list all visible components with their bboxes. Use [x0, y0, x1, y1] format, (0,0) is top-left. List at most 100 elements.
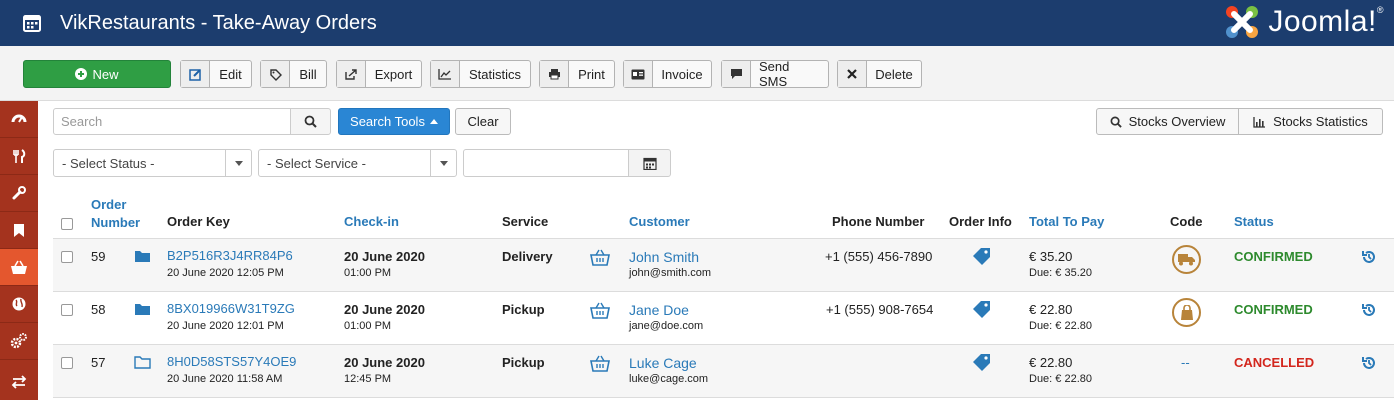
search-button[interactable]: [290, 108, 331, 135]
stocks-button-group: Stocks Overview Stocks Statistics: [1096, 108, 1383, 135]
invoice-button[interactable]: Invoice: [623, 60, 712, 88]
basket-icon[interactable]: [590, 249, 610, 266]
order-key-link[interactable]: 8H0D58STS57Y4OE9: [167, 354, 296, 369]
statistics-button[interactable]: Statistics: [430, 60, 531, 88]
history-icon[interactable]: [1361, 355, 1377, 371]
sidebar-item-takeaway[interactable]: [0, 249, 38, 286]
date-input[interactable]: [463, 149, 629, 177]
folder-open-icon[interactable]: [134, 355, 151, 369]
table-divider: [53, 397, 1394, 398]
basket-icon[interactable]: [590, 302, 610, 319]
checkin-time: 12:45 PM: [344, 373, 392, 385]
total-to-pay: € 22.80: [1029, 355, 1073, 370]
search-icon: [1110, 116, 1122, 128]
history-icon[interactable]: [1361, 302, 1377, 318]
col-customer[interactable]: Customer: [629, 214, 690, 229]
row-checkbox[interactable]: [61, 357, 73, 369]
history-icon[interactable]: [1361, 249, 1377, 265]
order-key-link[interactable]: B2P516R3J4RR84P6: [167, 248, 293, 263]
customer-email: john@smith.com: [629, 267, 712, 279]
bar-chart-icon: [1253, 116, 1266, 128]
amount-due: Due: € 35.20: [1029, 267, 1092, 279]
chart-icon: [431, 61, 460, 87]
col-status[interactable]: Status: [1234, 214, 1274, 229]
plus-circle-icon: [75, 68, 88, 80]
sidebar-item-global[interactable]: [0, 286, 38, 323]
calendar-icon: [642, 157, 657, 170]
status-select[interactable]: - Select Status -: [53, 149, 252, 177]
select-all-checkbox[interactable]: [61, 218, 73, 230]
status-badge: CONFIRMED: [1234, 249, 1313, 264]
page-title: VikRestaurants - Take-Away Orders: [60, 11, 377, 34]
edit-button[interactable]: Edit: [180, 60, 252, 88]
sidebar: [0, 101, 38, 400]
order-key-link[interactable]: 8BX019966W31T9ZG: [167, 301, 295, 316]
new-button[interactable]: New: [23, 60, 171, 88]
bill-button[interactable]: Bill: [260, 60, 327, 88]
customer-name[interactable]: John Smith: [629, 249, 699, 265]
customer-email: jane@doe.com: [629, 320, 704, 332]
total-to-pay: € 35.20: [1029, 249, 1073, 264]
joomla-logo-icon: [1226, 6, 1259, 38]
transfer-icon: [11, 374, 27, 389]
service-type: Delivery: [502, 249, 553, 264]
print-icon: [540, 61, 569, 87]
sidebar-item-dashboard[interactable]: [0, 101, 38, 138]
col-phone: Phone Number: [832, 214, 925, 229]
tag-icon[interactable]: [973, 247, 991, 265]
status-badge: CONFIRMED: [1234, 302, 1313, 317]
joomla-logo: Joomla!®: [1222, 2, 1384, 42]
search-icon: [304, 115, 317, 128]
wrench-icon: [12, 186, 26, 200]
chevron-down-icon: [225, 150, 251, 176]
customer-name[interactable]: Jane Doe: [629, 302, 689, 318]
search-tools-button[interactable]: Search Tools: [338, 108, 450, 135]
tag-icon[interactable]: [973, 353, 991, 371]
col-total[interactable]: Total To Pay: [1029, 214, 1104, 229]
order-created: 20 June 2020 12:05 PM: [167, 267, 284, 279]
cogs-icon: [10, 333, 27, 349]
close-icon: [838, 61, 867, 87]
print-button[interactable]: Print: [539, 60, 615, 88]
date-picker-button[interactable]: [628, 149, 671, 177]
order-number: 59: [91, 249, 106, 264]
service-select[interactable]: - Select Service -: [258, 149, 457, 177]
row-checkbox[interactable]: [61, 251, 73, 263]
id-card-icon: [624, 61, 653, 87]
basket-icon[interactable]: [590, 355, 610, 372]
col-checkin[interactable]: Check-in: [344, 214, 399, 229]
tag-icon[interactable]: [973, 300, 991, 318]
folder-icon[interactable]: [134, 249, 151, 263]
clear-button[interactable]: Clear: [455, 108, 511, 135]
sidebar-item-switch[interactable]: [0, 363, 38, 400]
search-input[interactable]: [53, 108, 291, 135]
checkin-date: 20 June 2020: [344, 355, 425, 370]
amount-due: Due: € 22.80: [1029, 373, 1092, 385]
checkin-date: 20 June 2020: [344, 302, 425, 317]
col-code: Code: [1170, 214, 1203, 229]
edit-icon: [181, 61, 210, 87]
export-button[interactable]: Export: [336, 60, 422, 88]
comment-icon: [722, 61, 751, 87]
delivery-truck-icon[interactable]: [1172, 245, 1201, 274]
sidebar-item-configuration[interactable]: [0, 323, 38, 360]
col-order-number[interactable]: Order Number: [91, 196, 140, 232]
delete-button[interactable]: Delete: [837, 60, 922, 88]
send-sms-button[interactable]: Send SMS: [721, 59, 829, 89]
checkin-time: 01:00 PM: [344, 267, 392, 279]
stocks-statistics-button[interactable]: Stocks Statistics: [1239, 109, 1382, 134]
takeaway-bag-icon[interactable]: [1172, 298, 1201, 327]
stocks-overview-button[interactable]: Stocks Overview: [1097, 109, 1239, 134]
sidebar-item-tools[interactable]: [0, 175, 38, 212]
row-checkbox[interactable]: [61, 304, 73, 316]
col-order-info: Order Info: [949, 214, 1012, 229]
phone-number: +1 (555) 908-7654: [826, 302, 934, 317]
sidebar-item-bookmarks[interactable]: [0, 212, 38, 249]
restaurant-icon: [13, 149, 26, 163]
dashboard-icon: [11, 114, 27, 123]
bookmark-icon: [14, 223, 24, 237]
basket-icon: [11, 260, 27, 274]
folder-icon[interactable]: [134, 302, 151, 316]
sidebar-item-restaurant[interactable]: [0, 138, 38, 175]
customer-name[interactable]: Luke Cage: [629, 355, 697, 371]
